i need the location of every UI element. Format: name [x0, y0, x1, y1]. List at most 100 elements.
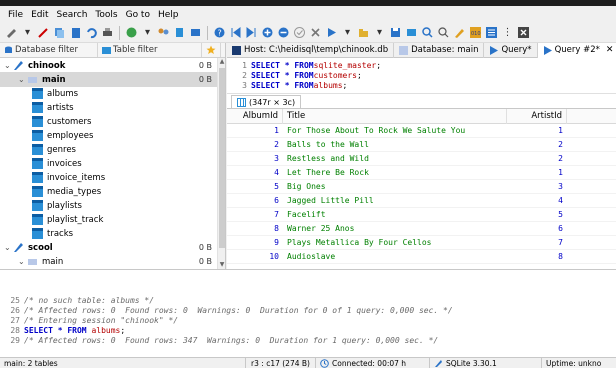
- scroll-up-icon[interactable]: ▲: [218, 58, 226, 66]
- execute-query-icon[interactable]: [324, 25, 339, 40]
- database-filter[interactable]: Database filter: [0, 43, 98, 57]
- tree-item[interactable]: artists: [0, 100, 218, 115]
- save-sql-icon[interactable]: [388, 25, 403, 40]
- cell-title[interactable]: Jagged Little Pill: [283, 194, 507, 208]
- more-options-icon[interactable]: ⋮: [500, 25, 515, 40]
- cell-albumid[interactable]: 3: [227, 152, 283, 166]
- menu-help[interactable]: Help: [154, 10, 183, 20]
- cell-albumid[interactable]: 9: [227, 236, 283, 250]
- cell-artistid[interactable]: 2: [507, 138, 567, 152]
- tree-item[interactable]: invoices: [0, 156, 218, 171]
- cell-title[interactable]: Warner 25 Anos: [283, 222, 507, 236]
- cell-title[interactable]: For Those About To Rock We Salute You: [283, 124, 507, 138]
- table-row[interactable]: 2 Balls to the Wall 2: [227, 138, 616, 152]
- post-icon[interactable]: [292, 25, 307, 40]
- tab-query-1[interactable]: Query*: [484, 42, 538, 58]
- tree-item[interactable]: ⌄ scool 0 B: [0, 240, 218, 255]
- cell-title[interactable]: Plays Metallica By Four Cellos: [283, 236, 507, 250]
- tree-item[interactable]: media_types: [0, 184, 218, 199]
- export-icon[interactable]: [172, 25, 187, 40]
- cell-albumid[interactable]: 8: [227, 222, 283, 236]
- copy-icon[interactable]: [52, 25, 67, 40]
- menu-file[interactable]: File: [4, 10, 27, 20]
- favorites-star-icon[interactable]: [202, 43, 221, 57]
- column-header-albumid[interactable]: AlbumId: [227, 108, 283, 124]
- tree-item[interactable]: albums: [0, 86, 218, 101]
- menu-goto[interactable]: Go to: [122, 10, 154, 20]
- tree-item[interactable]: playlists: [0, 198, 218, 213]
- find-next-icon[interactable]: [436, 25, 451, 40]
- cell-albumid[interactable]: 2: [227, 138, 283, 152]
- table-row[interactable]: 5 Big Ones 3: [227, 180, 616, 194]
- first-record-icon[interactable]: [228, 25, 243, 40]
- table-row[interactable]: 4 Let There Be Rock 1: [227, 166, 616, 180]
- refresh-icon[interactable]: [124, 25, 139, 40]
- tab-query-2[interactable]: Query #2* ✕: [537, 42, 616, 58]
- cell-albumid[interactable]: 1: [227, 124, 283, 138]
- menu-tools[interactable]: Tools: [91, 10, 121, 20]
- menu-edit[interactable]: Edit: [27, 10, 52, 20]
- cell-artistid[interactable]: 5: [507, 208, 567, 222]
- cell-artistid[interactable]: 1: [507, 166, 567, 180]
- sql-editor[interactable]: 1 SELECT * FROM sqlite_master; 2 SELECT * F…: [227, 58, 616, 94]
- paste-icon[interactable]: [68, 25, 83, 40]
- table-row[interactable]: 3 Restless and Wild 2: [227, 152, 616, 166]
- tree-item[interactable]: ⌄ main 0 B: [0, 72, 218, 87]
- cancel-icon[interactable]: [308, 25, 323, 40]
- cell-artistid[interactable]: 6: [507, 222, 567, 236]
- cell-albumid[interactable]: 5: [227, 180, 283, 194]
- last-record-icon[interactable]: [244, 25, 259, 40]
- add-record-icon[interactable]: [260, 25, 275, 40]
- dropdown-arrow-icon[interactable]: ▾: [20, 25, 35, 40]
- edit-pencil-icon[interactable]: [452, 25, 467, 40]
- help-icon[interactable]: ?: [212, 25, 227, 40]
- table-row[interactable]: 6 Jagged Little Pill 4: [227, 194, 616, 208]
- cell-albumid[interactable]: 4: [227, 166, 283, 180]
- undo-icon[interactable]: [84, 25, 99, 40]
- cell-title[interactable]: Big Ones: [283, 180, 507, 194]
- column-header-title[interactable]: Title: [283, 108, 507, 124]
- cell-title[interactable]: Restless and Wild: [283, 152, 507, 166]
- menu-search[interactable]: Search: [53, 10, 92, 20]
- tree-item[interactable]: invoice_items: [0, 170, 218, 185]
- dropdown-arrow-icon[interactable]: ▾: [340, 25, 355, 40]
- cell-artistid[interactable]: 4: [507, 194, 567, 208]
- find-icon[interactable]: [420, 25, 435, 40]
- cell-title[interactable]: Let There Be Rock: [283, 166, 507, 180]
- sql-log[interactable]: 25 /* no such table: albums */ 26 /* Affect…: [0, 269, 616, 357]
- close-box-icon[interactable]: [516, 25, 531, 40]
- cell-title[interactable]: Audioslave: [283, 250, 507, 264]
- users-icon[interactable]: [156, 25, 171, 40]
- chevron-down-icon[interactable]: ⌄: [4, 243, 13, 252]
- cell-albumid[interactable]: 7: [227, 208, 283, 222]
- session-manager-icon[interactable]: [4, 25, 19, 40]
- scrollbar-thumb[interactable]: [219, 68, 225, 248]
- tab-database[interactable]: Database: main: [394, 42, 485, 58]
- column-header-artistid[interactable]: ArtistId: [507, 108, 567, 124]
- cell-title[interactable]: Facelift: [283, 208, 507, 222]
- table-row[interactable]: 1 For Those About To Rock We Salute You 1: [227, 124, 616, 138]
- tree-scrollbar[interactable]: ▲ ▼: [217, 58, 225, 269]
- cell-title[interactable]: Balls to the Wall: [283, 138, 507, 152]
- tree-item[interactable]: customers: [0, 114, 218, 129]
- cell-artistid[interactable]: 3: [507, 180, 567, 194]
- tree-item[interactable]: tracks: [0, 226, 218, 241]
- disconnect-icon[interactable]: [36, 25, 51, 40]
- maintenance-icon[interactable]: [188, 25, 203, 40]
- table-row[interactable]: 9 Plays Metallica By Four Cellos 7: [227, 236, 616, 250]
- chevron-down-icon[interactable]: ⌄: [18, 257, 27, 266]
- chevron-down-icon[interactable]: ⌄: [18, 75, 27, 84]
- tree-item[interactable]: ⌄ chinook 0 B: [0, 58, 218, 73]
- dropdown-arrow-icon[interactable]: ▾: [140, 25, 155, 40]
- binary-format-icon[interactable]: 010: [468, 25, 483, 40]
- cell-albumid[interactable]: 10: [227, 250, 283, 264]
- tree-item[interactable]: ⌄ main 0 B: [0, 254, 218, 269]
- list-icon[interactable]: [484, 25, 499, 40]
- table-row[interactable]: 10 Audioslave 8: [227, 250, 616, 264]
- dropdown-arrow-icon[interactable]: ▾: [372, 25, 387, 40]
- cell-artistid[interactable]: 7: [507, 236, 567, 250]
- cell-albumid[interactable]: 6: [227, 194, 283, 208]
- cell-artistid[interactable]: 1: [507, 124, 567, 138]
- load-sql-icon[interactable]: [356, 25, 371, 40]
- tree-item[interactable]: playlist_track: [0, 212, 218, 227]
